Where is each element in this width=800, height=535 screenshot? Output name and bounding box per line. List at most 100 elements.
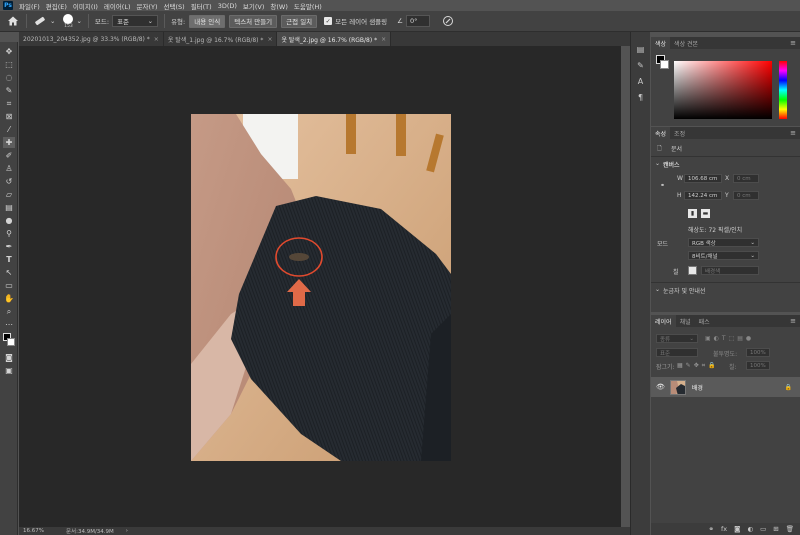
close-icon[interactable]: × bbox=[267, 36, 272, 43]
layer-name[interactable]: 배경 bbox=[692, 383, 703, 392]
home-icon[interactable] bbox=[6, 14, 20, 28]
tab-layers[interactable]: 레이어 bbox=[651, 315, 676, 327]
rulers-section-chevron-icon[interactable]: ⌄ bbox=[655, 286, 660, 293]
clone-stamp-tool-icon[interactable]: ♙ bbox=[3, 163, 15, 174]
fill-color-swatch[interactable] bbox=[688, 266, 697, 275]
create-texture-button[interactable]: 텍스처 만들기 bbox=[229, 14, 278, 28]
bit-depth-select[interactable]: 8비트/채널 ⌄ bbox=[688, 251, 759, 260]
tab-paths[interactable]: 패스 bbox=[695, 315, 714, 327]
menu-edit[interactable]: 편집(E) bbox=[46, 1, 67, 11]
panel-menu-icon[interactable]: ≡ bbox=[790, 317, 796, 325]
saturation-brightness-field[interactable] bbox=[674, 61, 772, 119]
trash-icon[interactable]: 🗑 bbox=[786, 525, 794, 533]
new-group-icon[interactable]: ▭ bbox=[760, 525, 766, 533]
close-icon[interactable]: × bbox=[154, 36, 159, 43]
y-input[interactable]: 0 cm bbox=[733, 191, 759, 200]
new-layer-icon[interactable]: ⊞ bbox=[773, 525, 778, 533]
crop-tool-icon[interactable]: ⌗ bbox=[3, 98, 15, 109]
sample-all-layers-toggle[interactable]: ✓ 모든 레이어 샘플링 bbox=[324, 16, 387, 26]
tab-swatches[interactable]: 색상 견본 bbox=[670, 37, 702, 49]
path-select-tool-icon[interactable]: ↖ bbox=[3, 267, 15, 278]
layer-row[interactable]: 👁 배경 🔒 bbox=[651, 377, 800, 397]
panel-menu-icon[interactable]: ≡ bbox=[790, 39, 796, 47]
pen-tool-icon[interactable]: ✒ bbox=[3, 241, 15, 252]
width-input[interactable]: 106.68 cm bbox=[684, 174, 722, 183]
link-layers-icon[interactable]: ⚭ bbox=[709, 525, 714, 533]
landscape-orientation-icon[interactable]: ▬ bbox=[701, 209, 710, 218]
document-tab-active[interactable]: 옷 탈색_2.jpg @ 16.7% (RGB/8) * × bbox=[277, 32, 392, 46]
zoom-level[interactable]: 16.67% bbox=[23, 528, 44, 534]
menu-filter[interactable]: 필터(T) bbox=[191, 1, 212, 11]
spot-healing-brush-icon[interactable] bbox=[33, 15, 47, 27]
link-icon[interactable]: ⚭ bbox=[660, 182, 665, 189]
tool-preset-chevron-icon[interactable]: ⌄ bbox=[50, 17, 55, 25]
panel-menu-icon[interactable]: ≡ bbox=[790, 129, 796, 137]
screen-mode-icon[interactable]: ▣ bbox=[3, 365, 15, 376]
opacity-input[interactable]: 100% bbox=[746, 348, 770, 357]
background-color-swatch[interactable] bbox=[660, 60, 669, 69]
hand-tool-icon[interactable]: ✋ bbox=[3, 293, 15, 304]
menu-file[interactable]: 파일(F) bbox=[19, 1, 40, 11]
healing-brush-tool-icon[interactable]: ✚ bbox=[3, 137, 15, 148]
brush-tool-icon[interactable]: ✐ bbox=[3, 150, 15, 161]
portrait-orientation-icon[interactable]: ▮ bbox=[688, 209, 697, 218]
height-input[interactable]: 142.24 cm bbox=[684, 191, 722, 200]
move-tool-icon[interactable]: ✥ bbox=[3, 46, 15, 57]
menu-type[interactable]: 문자(Y) bbox=[137, 1, 158, 11]
content-aware-button[interactable]: 내용 인식 bbox=[189, 14, 226, 28]
eraser-tool-icon[interactable]: ▱ bbox=[3, 189, 15, 200]
tab-color[interactable]: 색상 bbox=[651, 37, 671, 49]
menu-view[interactable]: 보기(V) bbox=[243, 1, 264, 11]
lasso-tool-icon[interactable]: ◌ bbox=[3, 72, 15, 83]
blend-mode-select[interactable]: 표준 bbox=[656, 348, 698, 357]
menu-image[interactable]: 이미지(I) bbox=[73, 1, 98, 11]
angle-input[interactable]: 0° bbox=[405, 15, 430, 27]
document-tab[interactable]: 20201013_204352.jpg @ 33.3% (RGB/8) * × bbox=[19, 32, 164, 46]
rectangle-tool-icon[interactable]: ▭ bbox=[3, 280, 15, 291]
dodge-tool-icon[interactable]: ⚲ bbox=[3, 228, 15, 239]
add-mask-icon[interactable]: ◙ bbox=[734, 525, 740, 533]
menu-select[interactable]: 선택(S) bbox=[164, 1, 185, 11]
fill-select[interactable]: 배경색 bbox=[701, 266, 759, 275]
frame-tool-icon[interactable]: ⊠ bbox=[3, 111, 15, 122]
status-expand-icon[interactable]: › bbox=[126, 528, 128, 534]
character-panel-icon[interactable]: A bbox=[635, 76, 646, 86]
brush-settings-icon[interactable]: ✎ bbox=[635, 60, 646, 70]
hue-slider[interactable] bbox=[779, 61, 787, 119]
tab-properties[interactable]: 속성 bbox=[651, 127, 671, 139]
menu-window[interactable]: 창(W) bbox=[270, 1, 287, 11]
color-swatches[interactable] bbox=[3, 333, 15, 347]
tab-adjustments[interactable]: 조정 bbox=[670, 127, 689, 139]
proximity-match-button[interactable]: 근접 일치 bbox=[281, 14, 318, 28]
rulers-section-title[interactable]: 눈금자 및 안내선 bbox=[663, 286, 705, 295]
layer-filter-icons[interactable]: ▣◐T⬚▤● bbox=[705, 335, 754, 342]
close-icon[interactable]: × bbox=[381, 36, 386, 43]
brush-chevron-icon[interactable]: ⌄ bbox=[76, 17, 81, 25]
checkbox-checked-icon[interactable]: ✓ bbox=[324, 17, 333, 25]
tab-channels[interactable]: 채널 bbox=[676, 315, 695, 327]
x-input[interactable]: 0 cm bbox=[733, 174, 759, 183]
history-brush-tool-icon[interactable]: ↺ bbox=[3, 176, 15, 187]
fill-input[interactable]: 100% bbox=[746, 361, 770, 370]
quick-mask-icon[interactable]: ◙ bbox=[3, 352, 15, 363]
adjustment-layer-icon[interactable]: ◐ bbox=[747, 525, 753, 533]
lock-icons[interactable]: ▦✎✥⌗🔒 bbox=[677, 362, 719, 370]
menu-3d[interactable]: 3D(D) bbox=[218, 2, 237, 10]
zoom-tool-icon[interactable]: ⌕ bbox=[3, 306, 15, 317]
brush-picker[interactable]: 153 bbox=[63, 13, 74, 29]
type-tool-icon[interactable]: T bbox=[3, 254, 15, 265]
history-panel-icon[interactable]: ▤ bbox=[635, 44, 646, 54]
canvas-section-chevron-icon[interactable]: ⌄ bbox=[655, 160, 660, 167]
pressure-size-icon[interactable] bbox=[442, 15, 454, 27]
visibility-eye-icon[interactable]: 👁 bbox=[656, 383, 665, 391]
document-image[interactable] bbox=[191, 114, 451, 461]
more-tools-icon[interactable]: ⋯ bbox=[3, 319, 15, 330]
document-tab[interactable]: 옷 탈색_1.jpg @ 16.7% (RGB/8) * × bbox=[164, 32, 278, 46]
panel-color-swatches[interactable] bbox=[656, 55, 669, 69]
gradient-tool-icon[interactable]: ▤ bbox=[3, 202, 15, 213]
eyedropper-tool-icon[interactable]: ⁄ bbox=[3, 124, 15, 135]
background-color-swatch[interactable] bbox=[7, 338, 15, 346]
paragraph-panel-icon[interactable]: ¶ bbox=[635, 92, 646, 102]
lock-icon[interactable]: 🔒 bbox=[785, 384, 792, 391]
quick-select-tool-icon[interactable]: ✎ bbox=[3, 85, 15, 96]
